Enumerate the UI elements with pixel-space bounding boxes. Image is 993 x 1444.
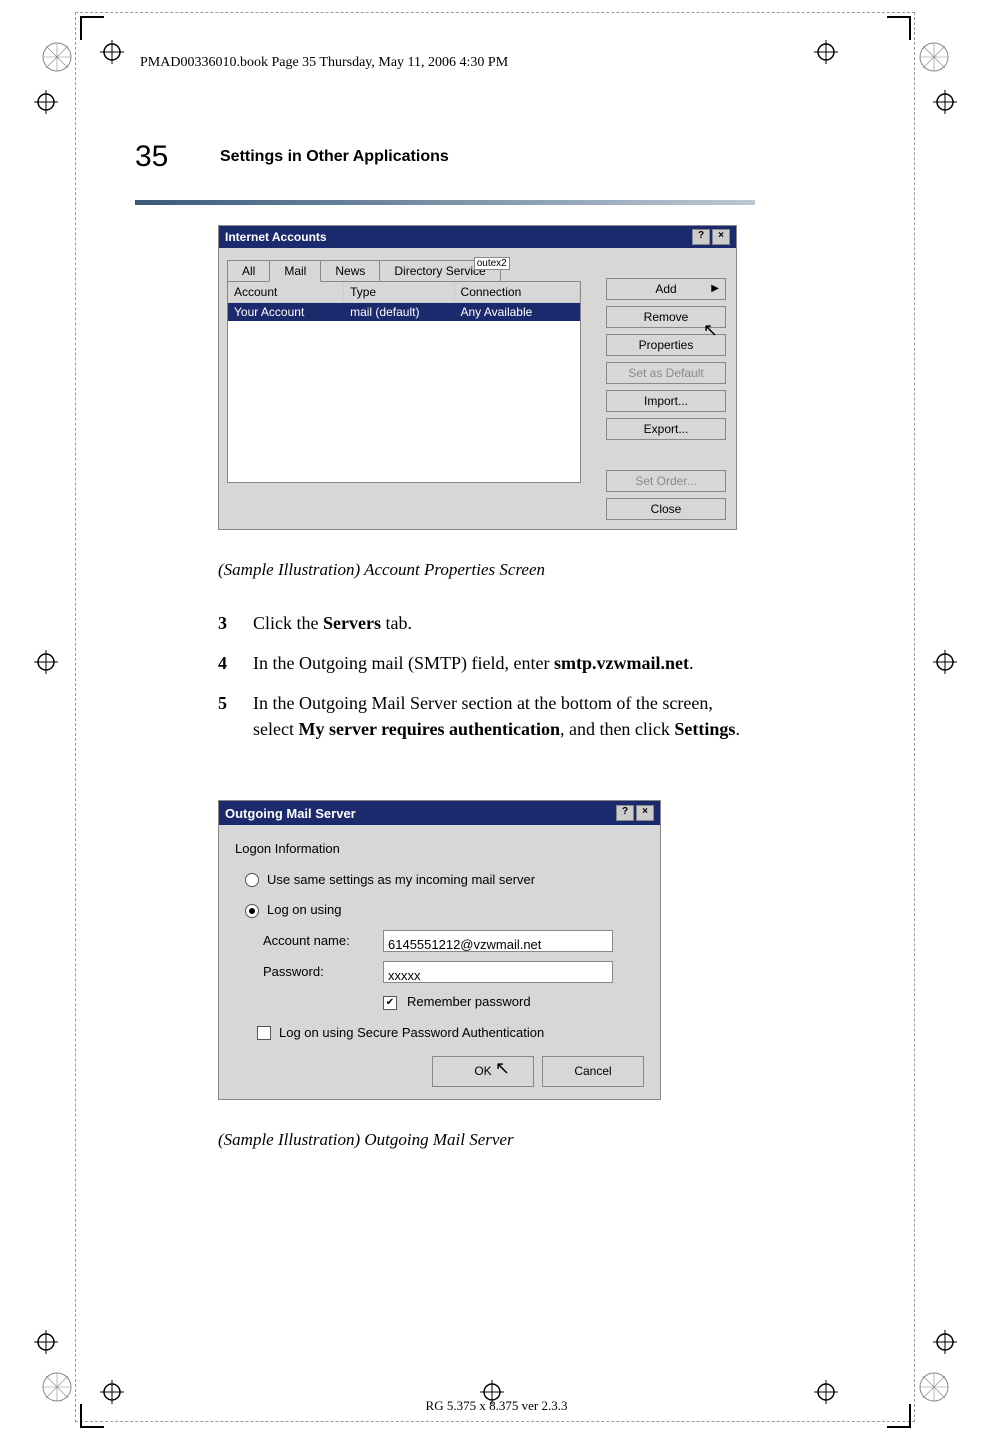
- properties-button[interactable]: Properties: [606, 334, 726, 356]
- tab-all[interactable]: All: [227, 260, 270, 282]
- registration-mark-icon: [100, 40, 124, 64]
- instruction-steps: 3 Click the Servers tab. 4 In the Outgoi…: [218, 610, 758, 756]
- remove-button[interactable]: Remove: [606, 306, 726, 328]
- close-button[interactable]: Close: [606, 498, 726, 520]
- cell-type: mail (default): [344, 303, 454, 321]
- logon-information-group: Logon Information: [235, 837, 644, 862]
- spa-checkbox[interactable]: [257, 1026, 271, 1040]
- tab-news[interactable]: News: [320, 260, 380, 282]
- figure-caption: (Sample Illustration) Outgoing Mail Serv…: [218, 1130, 514, 1150]
- internet-accounts-dialog: Internet Accounts ? × All Mail News Dire…: [218, 225, 737, 530]
- tooltip-overlay: outex2: [474, 257, 510, 270]
- account-name-label: Account name:: [263, 929, 373, 954]
- password-input[interactable]: xxxxx: [383, 961, 613, 983]
- registration-mark-icon: [814, 40, 838, 64]
- dialog-titlebar: Internet Accounts ? ×: [219, 226, 736, 248]
- registration-mark-icon: [933, 90, 957, 114]
- registration-mark-icon: [933, 650, 957, 674]
- set-as-default-button: Set as Default: [606, 362, 726, 384]
- rosette-icon: [42, 42, 72, 72]
- ok-button[interactable]: OK: [432, 1056, 534, 1087]
- tab-mail[interactable]: Mail: [269, 260, 321, 282]
- dialog-title: Internet Accounts: [225, 230, 327, 244]
- crop-mark: [887, 16, 911, 40]
- remember-password-checkbox[interactable]: ✔: [383, 996, 397, 1010]
- help-icon[interactable]: ?: [616, 805, 634, 821]
- spa-checkbox-row[interactable]: Log on using Secure Password Authenticat…: [257, 1021, 644, 1046]
- outgoing-mail-server-dialog: Outgoing Mail Server ? × Logon Informati…: [218, 800, 661, 1100]
- radio-same-settings[interactable]: Use same settings as my incoming mail se…: [245, 868, 644, 893]
- add-button[interactable]: Add▶: [606, 278, 726, 300]
- account-name-input[interactable]: 6145551212@vzwmail.net: [383, 930, 613, 952]
- password-label: Password:: [263, 960, 373, 985]
- step-3: 3 Click the Servers tab.: [218, 610, 758, 636]
- rosette-icon: [919, 42, 949, 72]
- registration-mark-icon: [933, 1330, 957, 1354]
- section-divider: [135, 200, 755, 205]
- page-number: 35: [135, 140, 168, 174]
- dialog-title: Outgoing Mail Server: [225, 806, 356, 821]
- set-order-button: Set Order...: [606, 470, 726, 492]
- column-type[interactable]: Type: [344, 282, 454, 302]
- accounts-list: Account Type Connection Your Account mai…: [227, 281, 581, 483]
- figure-caption: (Sample Illustration) Account Properties…: [218, 560, 545, 580]
- page-footer: RG 5.375 x 8.375 ver 2.3.3: [0, 1398, 993, 1414]
- column-connection[interactable]: Connection: [455, 282, 580, 302]
- cancel-button[interactable]: Cancel: [542, 1056, 644, 1087]
- step-5: 5 In the Outgoing Mail Server section at…: [218, 690, 758, 742]
- registration-mark-icon: [34, 90, 58, 114]
- remember-password-label: Remember password: [407, 990, 531, 1015]
- cell-connection: Any Available: [454, 303, 580, 321]
- export-button[interactable]: Export...: [606, 418, 726, 440]
- import-button[interactable]: Import...: [606, 390, 726, 412]
- registration-mark-icon: [34, 650, 58, 674]
- radio-icon: [245, 873, 259, 887]
- help-icon[interactable]: ?: [692, 229, 710, 245]
- close-icon[interactable]: ×: [636, 805, 654, 821]
- radio-selected-icon: [245, 904, 259, 918]
- radio-log-on-using[interactable]: Log on using: [245, 898, 644, 923]
- registration-mark-icon: [34, 1330, 58, 1354]
- column-account[interactable]: Account: [228, 282, 344, 302]
- crop-mark: [80, 16, 104, 40]
- section-title: Settings in Other Applications: [220, 148, 449, 166]
- close-icon[interactable]: ×: [712, 229, 730, 245]
- chevron-right-icon: ▶: [711, 283, 719, 294]
- cell-account: Your Account: [228, 303, 344, 321]
- step-4: 4 In the Outgoing mail (SMTP) field, ent…: [218, 650, 758, 676]
- document-header: PMAD00336010.book Page 35 Thursday, May …: [140, 55, 508, 71]
- account-row-selected[interactable]: Your Account mail (default) Any Availabl…: [228, 303, 580, 321]
- dialog-titlebar: Outgoing Mail Server ? ×: [219, 801, 660, 825]
- tab-directory-service[interactable]: Directory Service outex2: [379, 260, 500, 282]
